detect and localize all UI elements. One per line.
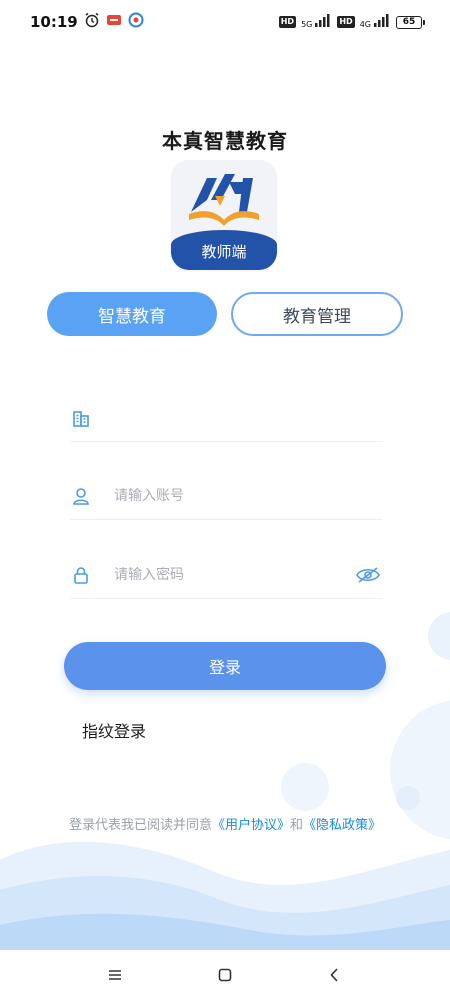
hd-badge-2: HD: [337, 16, 355, 28]
agreement-and: 和: [290, 818, 304, 833]
tab-education-management[interactable]: 教育管理: [231, 292, 403, 336]
status-time: 10:19: [30, 13, 78, 31]
status-bar: 10:19 HD 5G HD 4G 65: [0, 0, 450, 44]
privacy-policy-link[interactable]: 《隐私政策》: [303, 818, 381, 833]
signal-icon-2: [373, 13, 391, 31]
education-logo-icon: [189, 174, 259, 226]
notification-app-icon: [106, 13, 122, 31]
agreement-prefix: 登录代表我已阅读并同意: [68, 818, 212, 833]
school-input[interactable]: [114, 402, 382, 433]
battery-indicator: 65: [396, 15, 425, 29]
user-agreement-link[interactable]: 《用户协议》: [212, 818, 290, 833]
home-icon[interactable]: [205, 955, 245, 995]
eye-off-icon[interactable]: [354, 564, 382, 586]
network-type-2: 4G: [359, 20, 371, 29]
fingerprint-login-link[interactable]: 指纹登录: [82, 718, 146, 742]
agreement-text: 登录代表我已阅读并同意《用户协议》和《隐私政策》: [0, 814, 450, 833]
user-icon: [70, 485, 92, 507]
app-title: 本真智慧教育: [162, 129, 288, 153]
account-input[interactable]: [114, 480, 382, 511]
wave-decoration: [0, 841, 450, 960]
tab-smart-education[interactable]: 智慧教育: [47, 292, 217, 336]
password-field[interactable]: [70, 551, 382, 599]
location-app-icon: [128, 12, 144, 32]
system-nav-bar: [0, 950, 450, 1000]
building-icon: [70, 407, 92, 429]
menu-icon[interactable]: [95, 955, 135, 995]
hd-badge-1: HD: [278, 16, 297, 28]
signal-icon: [314, 13, 332, 31]
status-left: 10:19: [30, 12, 144, 32]
password-input[interactable]: [114, 559, 354, 590]
alarm-icon: [84, 12, 100, 32]
login-button[interactable]: 登录: [64, 642, 386, 690]
status-right: HD 5G HD 4G 65: [278, 13, 425, 31]
network-type-1: 5G: [301, 20, 313, 29]
app-logo: 教师端: [171, 160, 277, 270]
school-field[interactable]: [70, 394, 382, 442]
lock-icon: [70, 564, 92, 586]
back-icon[interactable]: [315, 955, 355, 995]
account-field[interactable]: [70, 472, 382, 520]
logo-band-label: 教师端: [171, 230, 277, 270]
